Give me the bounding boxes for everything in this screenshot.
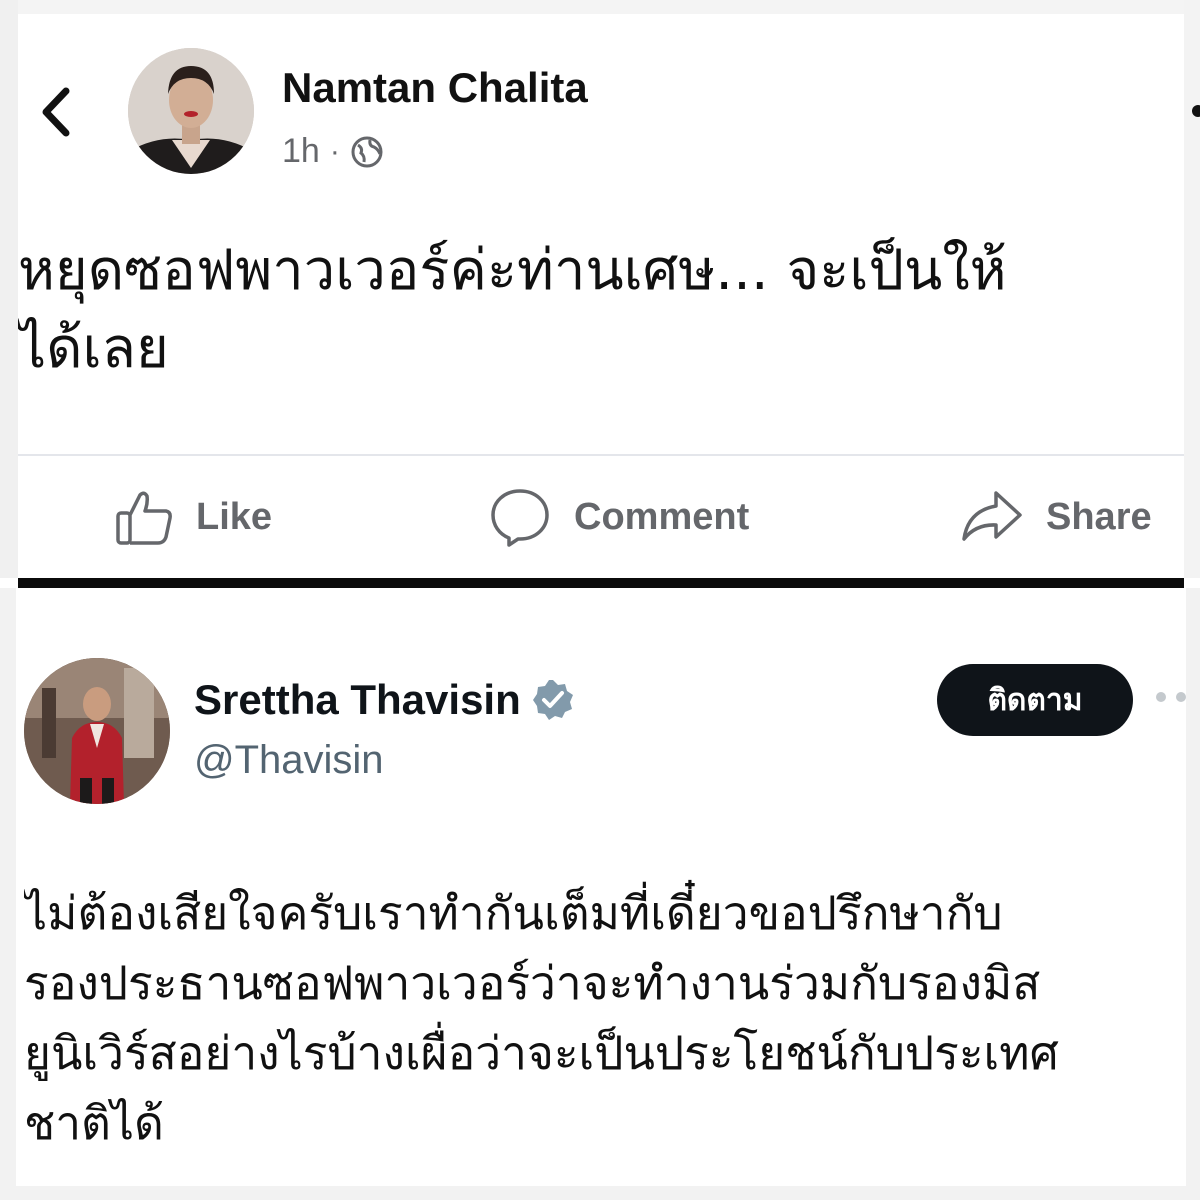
avatar[interactable] — [24, 658, 170, 804]
avatar-image — [128, 48, 254, 174]
post-meta: 1h · — [282, 132, 384, 171]
user-handle[interactable]: @Thavisin — [194, 738, 384, 783]
comment-label: Comment — [574, 495, 750, 538]
twitter-post: Srettha Thavisin @Thavisin ติดตาม ไม่ต้อ… — [0, 588, 1200, 1200]
post-text-line: หยุดซอฟพาวเวอร์ค่ะท่านเศษ... จะเป็นให้ — [18, 238, 1007, 303]
more-options-button[interactable] — [1156, 692, 1200, 702]
tweet-text-line: ยูนิเวิร์สอย่างไรบ้างเผื่อว่าจะเป็นประโย… — [24, 1026, 1059, 1080]
post-text: หยุดซอฟพาวเวอร์ค่ะท่านเศษ... จะเป็นให้ ไ… — [18, 232, 1200, 432]
facebook-post: Namtan Chalita 1h · หยุดซอฟพาวเวอร์ค่ะท่… — [0, 0, 1200, 578]
author-name[interactable]: Namtan Chalita — [282, 64, 588, 112]
verified-badge-icon — [532, 680, 573, 720]
tweet-text-line: รองประธานซอฟพาวเวอร์ว่าจะทำงานร่วมกับรอง… — [24, 956, 1041, 1010]
more-dot-icon — [1192, 105, 1200, 117]
author-name[interactable]: Srettha Thavisin — [194, 676, 575, 724]
divider — [18, 454, 1184, 456]
more-dot-icon — [1156, 692, 1166, 702]
author-name-label: Srettha Thavisin — [194, 676, 521, 723]
like-label: Like — [196, 495, 273, 538]
share-arrow-icon — [962, 491, 1022, 541]
panel-separator — [18, 578, 1184, 588]
post-text-line: ได้เลย — [18, 316, 169, 381]
share-label: Share — [1046, 495, 1152, 538]
tweet-text-line: ชาติได้ — [24, 1096, 164, 1150]
thumbs-up-icon — [116, 491, 172, 545]
avatar-image — [24, 658, 170, 804]
follow-button[interactable]: ติดตาม — [937, 664, 1133, 736]
comment-button[interactable]: Comment — [488, 484, 749, 550]
chevron-left-icon — [42, 87, 70, 137]
frame-edge — [0, 0, 1200, 14]
post-time[interactable]: 1h — [282, 132, 320, 171]
frame-edge — [0, 588, 16, 1200]
tweet-text-line: ไม่ต้องเสียใจครับเราทำกันเต็มที่เดี๋ยวขอ… — [24, 886, 1003, 940]
more-dot-icon — [1176, 692, 1186, 702]
share-button[interactable]: Share — [960, 484, 1152, 550]
back-button[interactable] — [30, 82, 80, 142]
more-options-button[interactable] — [1166, 96, 1200, 126]
comment-bubble-icon — [491, 489, 549, 547]
like-button[interactable]: Like — [114, 484, 272, 550]
avatar[interactable] — [128, 48, 254, 174]
tweet-text: ไม่ต้องเสียใจครับเราทำกันเต็มที่เดี๋ยวขอ… — [24, 878, 1200, 1158]
frame-edge — [0, 1186, 1200, 1200]
globe-icon — [351, 136, 383, 167]
frame-edge — [0, 0, 18, 578]
meta-separator: · — [329, 134, 340, 168]
